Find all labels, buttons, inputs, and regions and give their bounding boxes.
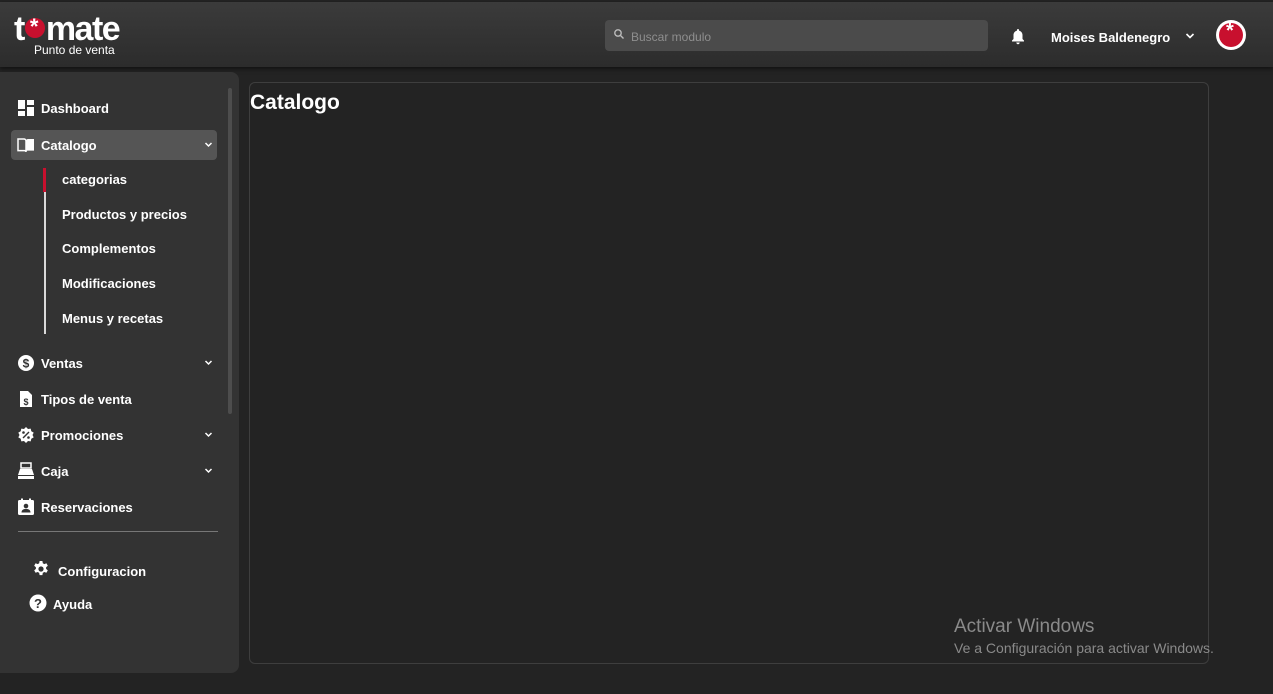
configuracion-link[interactable]: Configuracion [58, 564, 146, 579]
sidebar-item-catalogo[interactable]: Catalogo [11, 130, 217, 160]
tomato-avatar-icon: * [1219, 20, 1243, 47]
sidebar-item-label: Reservaciones [41, 500, 133, 515]
sidebar-divider [18, 531, 218, 532]
submenu-item-modificaciones[interactable]: Modificaciones [62, 276, 156, 291]
tomato-icon [24, 10, 45, 44]
search-box[interactable] [605, 20, 988, 53]
dollar-icon: $ [18, 355, 34, 371]
reservation-icon [18, 498, 34, 515]
page-title: Catalogo [250, 91, 340, 114]
bell-icon[interactable] [1010, 28, 1026, 46]
sidebar-item-label: Promociones [41, 428, 124, 443]
gear-icon [34, 561, 48, 576]
search-input[interactable] [629, 20, 983, 53]
avatar[interactable]: * [1216, 20, 1246, 50]
chevron-down-icon[interactable] [1185, 32, 1195, 40]
chevron-down-icon [204, 432, 213, 438]
brand-tagline: Punto de venta [34, 43, 115, 57]
main-content-panel: Catalogo [249, 82, 1209, 664]
chevron-down-icon [204, 142, 213, 148]
brand-wordmark: tmate [14, 10, 121, 46]
sidebar-scrollbar[interactable] [228, 88, 232, 414]
sidebar-item-promociones[interactable]: Promociones [11, 420, 217, 450]
discount-icon [18, 427, 34, 443]
submenu-rail [44, 168, 46, 334]
search-icon [614, 29, 624, 39]
submenu-item-categorias[interactable]: categorias [62, 172, 127, 187]
submenu-active-indicator [43, 168, 46, 192]
book-icon [17, 138, 34, 153]
chevron-down-icon [204, 360, 213, 366]
sidebar-item-caja[interactable]: Caja [11, 456, 217, 486]
submenu-item-productos[interactable]: Productos y precios [62, 207, 187, 222]
top-bar: tmate Punto de venta Moises Baldenegro * [0, 2, 1273, 67]
sidebar-item-label: Dashboard [41, 101, 109, 116]
cash-register-icon [18, 462, 34, 479]
svg-text:?: ? [34, 596, 42, 611]
help-icon: ? [29, 594, 47, 612]
svg-text:$: $ [23, 357, 30, 371]
svg-text:$: $ [23, 397, 28, 407]
dashboard-icon [18, 100, 34, 116]
windows-activation-subtitle: Ve a Configuración para activar Windows. [954, 640, 1214, 656]
sidebar-item-reservaciones[interactable]: Reservaciones [11, 492, 217, 522]
windows-activation-title: Activar Windows [954, 616, 1095, 637]
sidebar-item-ventas[interactable]: $ Ventas [11, 348, 217, 378]
user-name[interactable]: Moises Baldenegro [1051, 30, 1170, 45]
sidebar-item-label: Catalogo [41, 138, 97, 153]
submenu-item-menus[interactable]: Menus y recetas [62, 311, 163, 326]
ayuda-link[interactable]: Ayuda [53, 597, 92, 612]
receipt-icon: $ [20, 391, 32, 407]
sidebar-item-label: Ventas [41, 356, 83, 371]
submenu-item-complementos[interactable]: Complementos [62, 241, 156, 256]
sidebar-item-dashboard[interactable]: Dashboard [11, 93, 217, 123]
brand-logo[interactable]: tmate Punto de venta [14, 10, 144, 60]
sidebar-item-tipos-venta[interactable]: $ Tipos de venta [11, 384, 217, 414]
chevron-down-icon [204, 468, 213, 474]
sidebar-item-label: Caja [41, 464, 69, 479]
sidebar-item-label: Tipos de venta [41, 392, 132, 407]
